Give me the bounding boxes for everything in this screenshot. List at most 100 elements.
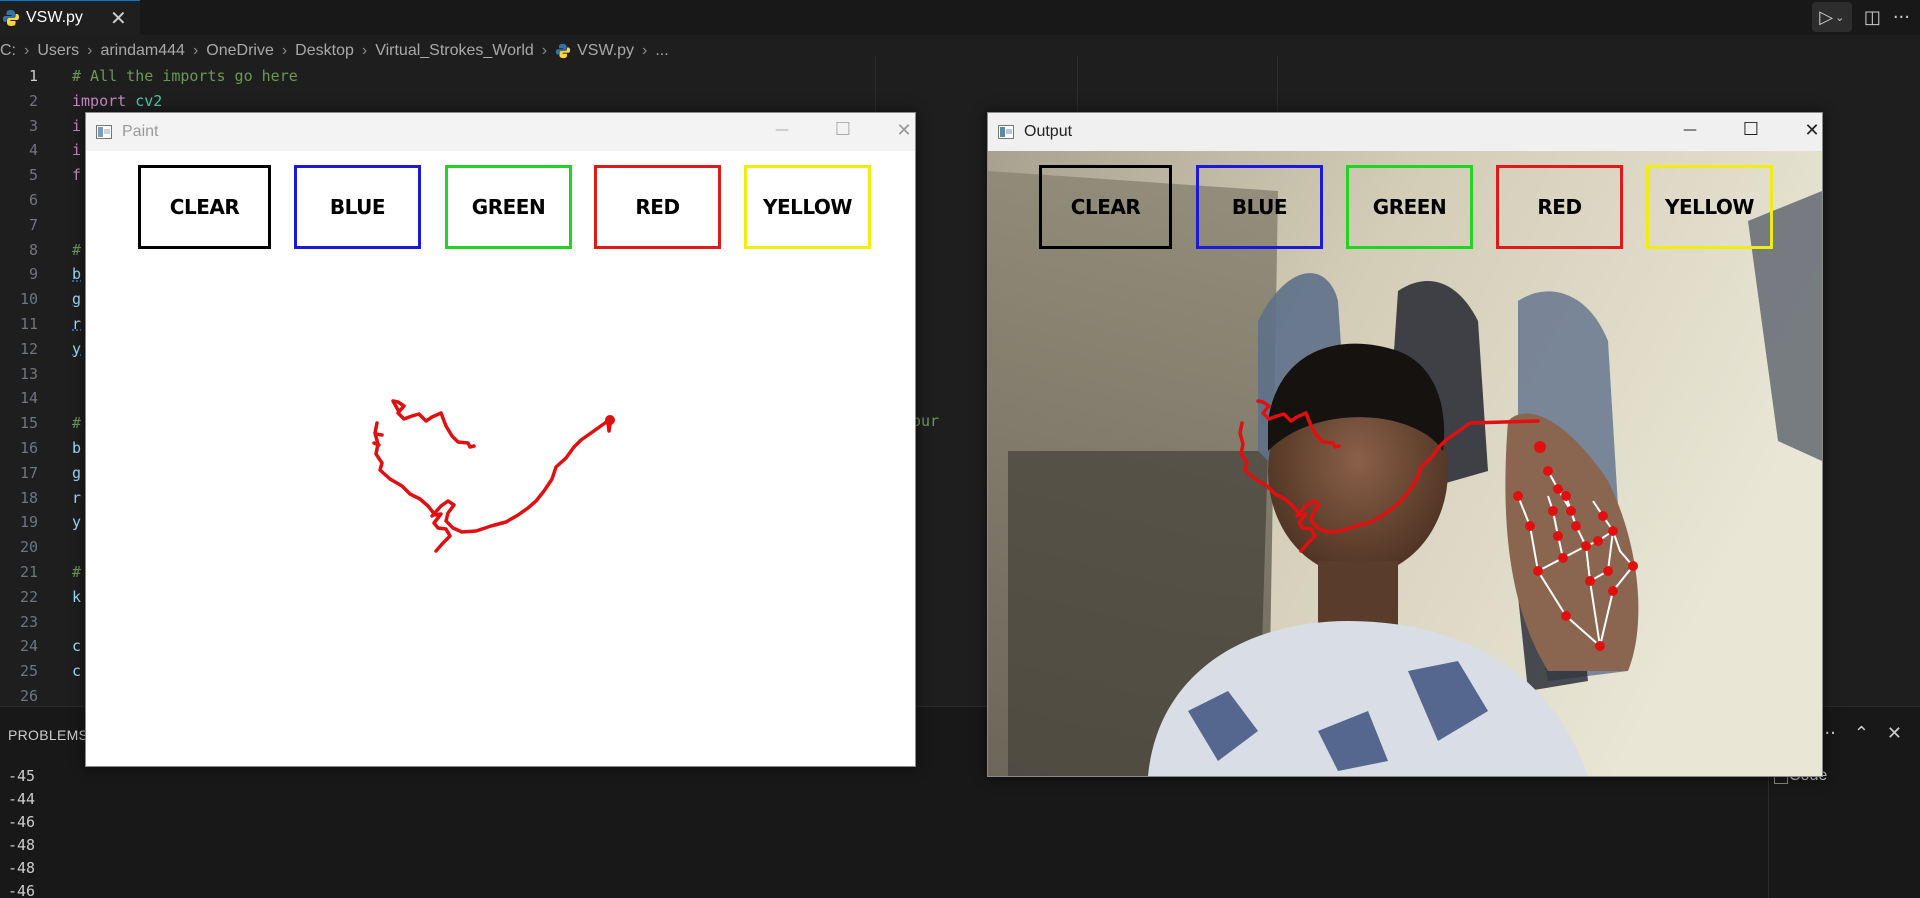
code-text: import cv2 [72, 91, 163, 110]
terminal-output[interactable]: -45 -44 -46 -48 -48 -46 [8, 765, 35, 898]
breadcrumb-file-label: VSW.py [577, 42, 635, 59]
paint-titlebar[interactable]: Paint — ☐ ✕ [86, 113, 915, 151]
line-number: 16 [19, 439, 38, 457]
line-number: 6 [28, 191, 38, 209]
code-text: y [72, 513, 82, 532]
code-text: c [72, 637, 82, 656]
chevron-right-icon: › [642, 42, 648, 59]
line-number: 13 [19, 364, 38, 383]
line-number: 7 [28, 215, 38, 234]
breadcrumb-file[interactable]: VSW.py [555, 42, 634, 60]
code-text: # All the imports go here [72, 67, 298, 85]
more-actions-icon[interactable]: ··· [1893, 7, 1910, 28]
breadcrumb-symbol[interactable]: ... [655, 42, 668, 60]
code-text: y [72, 339, 82, 358]
split-editor-icon[interactable]: ◫ [1864, 7, 1881, 28]
breadcrumb-user[interactable]: arindam444 [100, 42, 185, 60]
editor-actions: ▷ ⌄ ◫ ··· [1811, 2, 1910, 32]
line-number: 12 [19, 339, 38, 358]
close-icon[interactable]: ✕ [1792, 120, 1832, 141]
close-icon[interactable]: ✕ [110, 6, 127, 30]
output-window: Output — ☐ ✕ CLEAR BLUE GREEN RED YELLOW [987, 112, 1823, 777]
line-number: 20 [19, 538, 38, 557]
editor-tab-bar: VSW.py ✕ ▷ ⌄ ◫ ··· [0, 0, 1920, 35]
code-text: f [72, 166, 82, 185]
code-text: b [72, 265, 82, 284]
tab-problems[interactable]: PROBLEMS [8, 727, 88, 743]
code-text: r [72, 315, 82, 333]
tab-vsw-py[interactable]: VSW.py ✕ [0, 0, 140, 35]
code-line[interactable]: 1 # All the imports go here [0, 64, 1000, 89]
python-file-icon [2, 9, 20, 27]
terminal-line: -44 [8, 790, 36, 808]
terminal-line: -48 [8, 859, 36, 877]
line-number: 17 [19, 463, 38, 482]
breadcrumb-onedrive[interactable]: OneDrive [206, 42, 274, 60]
chevron-right-icon: › [361, 42, 368, 59]
breadcrumb: C: › Users › arindam444 › OneDrive › Des… [0, 38, 669, 64]
breadcrumb-folder[interactable]: Virtual_Strokes_World [375, 42, 534, 60]
code-text: c [72, 662, 82, 681]
line-number: 14 [19, 389, 38, 408]
terminal-line: -46 [8, 813, 36, 831]
drawn-stroke [1238, 419, 1540, 553]
webcam-feed[interactable]: CLEAR BLUE GREEN RED YELLOW [988, 151, 1822, 776]
code-text: k [72, 587, 82, 606]
line-number: 11 [19, 315, 38, 333]
chevron-right-icon: › [24, 42, 30, 59]
line-number: 8 [28, 240, 38, 259]
code-text: i [72, 141, 82, 160]
code-text: r [72, 488, 82, 507]
maximize-icon[interactable]: ☐ [1731, 119, 1771, 140]
hand-landmarks-overlay [1238, 399, 1638, 651]
code-text: # [72, 414, 82, 433]
line-number: 5 [28, 166, 38, 185]
stroke-tip-point [605, 415, 615, 425]
window-title: Output [1024, 123, 1073, 140]
terminal-line: -46 [8, 882, 36, 898]
code-text: b [72, 439, 82, 457]
paint-window: Paint — ☐ ✕ CLEAR BLUE GREEN RED YELLOW [85, 112, 916, 767]
code-text: g [72, 463, 82, 482]
line-number: 25 [19, 662, 38, 681]
run-icon: ▷ [1819, 6, 1834, 28]
window-app-icon [96, 125, 112, 139]
run-button[interactable]: ▷ ⌄ [1811, 2, 1852, 32]
line-number: 15 [19, 414, 38, 433]
paint-canvas[interactable]: CLEAR BLUE GREEN RED YELLOW [86, 151, 915, 766]
chevron-right-icon: › [192, 42, 199, 59]
tab-label: VSW.py [26, 9, 83, 26]
line-number: 18 [19, 488, 38, 507]
window-app-icon [998, 125, 1014, 139]
line-number: 24 [19, 637, 38, 656]
output-titlebar[interactable]: Output — ☐ ✕ [988, 113, 1822, 151]
minimize-icon[interactable]: — [762, 122, 802, 138]
line-number: 10 [19, 290, 38, 309]
line-number: 9 [28, 265, 38, 284]
code-text: g [72, 290, 82, 309]
close-icon[interactable]: ✕ [884, 120, 924, 141]
window-title: Paint [122, 123, 159, 140]
chevron-right-icon: › [281, 42, 288, 59]
breadcrumb-drive[interactable]: C: [0, 42, 16, 60]
chevron-right-icon: › [541, 42, 548, 59]
minimize-icon[interactable]: — [1670, 122, 1710, 138]
code-line[interactable]: 2 import cv2 [0, 89, 1000, 114]
maximize-icon[interactable]: ☐ [823, 119, 863, 140]
chevron-down-icon[interactable]: ⌄ [1835, 11, 1844, 24]
panel-actions: ··· ⌃ ✕ [1819, 723, 1902, 744]
line-number: 22 [19, 587, 38, 606]
close-panel-icon[interactable]: ✕ [1887, 723, 1902, 744]
code-text: i [72, 116, 82, 135]
line-number: 2 [28, 91, 38, 110]
terminal-list: Code [1768, 759, 1920, 898]
line-number: 21 [19, 563, 38, 581]
chevron-right-icon: › [87, 42, 93, 59]
line-number: 19 [19, 513, 38, 532]
breadcrumb-desktop[interactable]: Desktop [295, 42, 354, 60]
maximize-panel-icon[interactable]: ⌃ [1854, 723, 1869, 744]
drawn-stroke [372, 399, 615, 553]
terminal-line: -48 [8, 836, 36, 854]
terminal-line: -45 [8, 767, 36, 785]
breadcrumb-users[interactable]: Users [37, 42, 79, 60]
